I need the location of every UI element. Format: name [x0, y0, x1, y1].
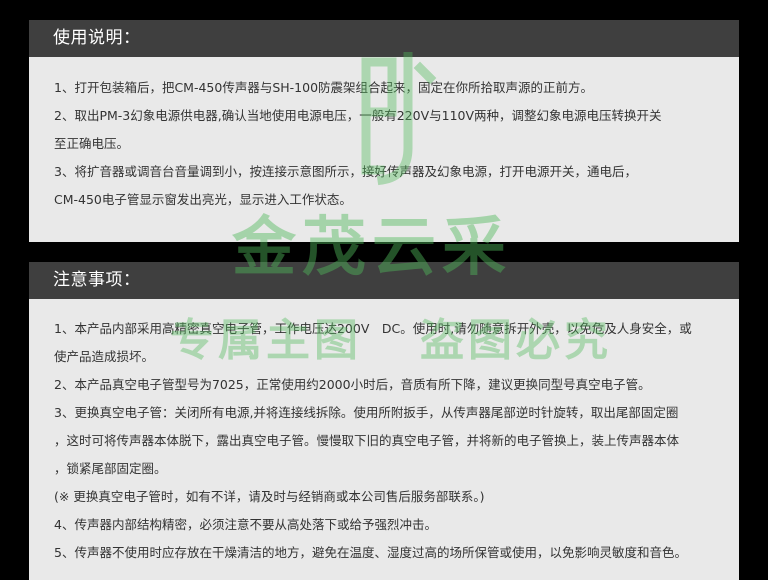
notes-line: 1、本产品内部采用高精密真空电子管，工作电压达200V DC。使用时,请勿随意拆…: [54, 321, 692, 336]
usage-line: CM-450电子管显示窗发出亮光，显示进入工作状态。: [54, 192, 352, 207]
notes-section: 注意事项： 1、本产品内部采用高精密真空电子管，工作电压达200V DC。使用时…: [29, 262, 739, 580]
notes-line: (※ 更换真空电子管时，如有不详，请及时与经销商或本公司售后服务部联系。): [54, 489, 485, 504]
notes-line: 使产品造成损坏。: [54, 349, 155, 364]
notes-line: 4、传声器内部结构精密，必须注意不要从高处落下或给予强烈冲击。: [54, 517, 437, 532]
notes-title: 注意事项：: [29, 262, 739, 299]
watermark-logo-icon: [361, 52, 437, 186]
notes-line: 2、本产品真空电子管型号为7025，正常使用约2000小时后，音质有所下降，建议…: [54, 377, 651, 392]
notes-line: ，锁紧尾部固定圈。: [54, 461, 167, 476]
notes-line: 5、传声器不使用时应存放在干燥清洁的地方，避免在温度、湿度过高的场所保管或使用，…: [54, 545, 687, 560]
notes-line: ，这时可将传声器本体脱下，露出真空电子管。慢慢取下旧的真空电子管，并将新的电子管…: [54, 433, 680, 448]
notes-line: 3、更换真空电子管：关闭所有电源,并将连接线拆除。使用所附扳手，从传声器尾部逆时…: [54, 405, 679, 420]
